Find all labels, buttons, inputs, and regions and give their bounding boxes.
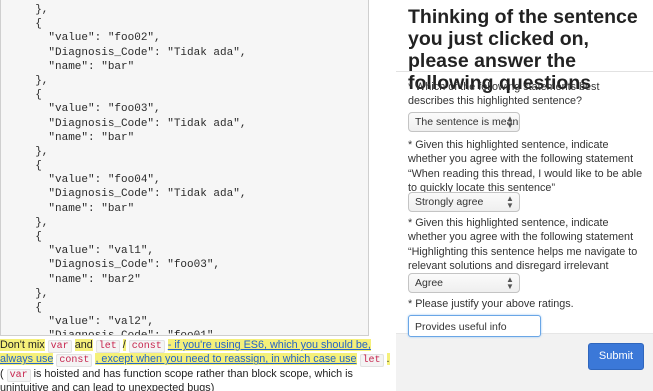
chevron-updown-icon: ▲ ▼ [506, 275, 514, 291]
q1-select[interactable]: The sentence is meaningful ar ▲▼ [408, 112, 520, 132]
code-line: "Diagnosis_Code": "foo03", [22, 259, 221, 272]
question-2: * Given this highlighted sentence, indic… [408, 139, 643, 195]
code-let-2: let [359, 354, 384, 368]
q3-select[interactable]: Agree ▲ ▼ [408, 273, 520, 293]
q2-select[interactable]: Strongly agree ▲ ▼ [408, 192, 520, 212]
code-line: "value": "val1", [22, 245, 155, 258]
code-line: { [22, 231, 42, 243]
code-line: "value": "foo03", [22, 103, 161, 116]
note-slash: / [122, 339, 126, 351]
question-1: * Which of the following statements best… [408, 81, 600, 108]
q2-select-value: Strongly agree [415, 196, 484, 208]
note-text-2: and [74, 339, 93, 351]
code-line: "Diagnosis_Code": "Tidak ada", [22, 46, 247, 59]
code-line: "value": "foo02", [22, 32, 161, 45]
code-var-2: var [6, 368, 31, 382]
justification-input[interactable]: Provides useful info [408, 315, 541, 337]
code-line: }, [22, 216, 49, 229]
note-text-6: ( [0, 367, 4, 380]
code-line: { [22, 18, 42, 31]
divider [396, 71, 653, 72]
code-let: let [95, 340, 120, 353]
chevron-updown-icon: ▲ ▼ [506, 114, 514, 130]
note-period: . [386, 353, 390, 366]
justification-input-value: Provides useful info [415, 321, 507, 333]
code-lines: }, { "value": "foo02", "Diagnosis_Code":… [1, 0, 368, 335]
q1-select-value: The sentence is meaningful ar [415, 116, 520, 128]
note-text-1: Don't mix [0, 339, 45, 351]
question-4: * Please justify your above ratings. [408, 298, 574, 310]
code-line: { [22, 89, 42, 102]
code-line: "value": "foo04", [22, 174, 161, 187]
code-line: { [22, 301, 42, 314]
code-const-2: const [56, 354, 93, 368]
code-line: "Diagnosis_Code": "Tidak ada", [22, 188, 247, 201]
code-line: { [22, 160, 42, 173]
code-line: "name": "bar" [22, 131, 135, 144]
code-block: }, { "value": "foo02", "Diagnosis_Code":… [0, 0, 369, 336]
q3-select-value: Agree [415, 277, 444, 289]
chevron-updown-icon: ▲ ▼ [506, 194, 514, 210]
code-line: }, [22, 287, 49, 300]
code-line: "Diagnosis_Code": "foo01", [22, 329, 368, 335]
comment-note: Don't mix var and let / const - if you'r… [0, 339, 395, 391]
code-line: "name": "bar" [22, 60, 135, 73]
question-panel: Thinking of the sentence you just clicke… [396, 0, 653, 391]
code-line: "name": "bar" [22, 202, 135, 215]
code-var: var [47, 340, 72, 353]
code-line: }, [22, 145, 49, 158]
note-link-reassign[interactable]: , except when you need to reassign, in w… [95, 353, 357, 366]
note-text-7: is hoisted and has function scope rather… [0, 367, 353, 391]
code-line: "value": "val2", [22, 316, 155, 329]
code-line: }, [22, 4, 49, 16]
code-line: "name": "bar2" [22, 273, 141, 286]
code-const: const [128, 340, 165, 353]
code-line: "Diagnosis_Code": "Tidak ada", [22, 117, 247, 130]
submit-button[interactable]: Submit [588, 343, 644, 370]
code-line: }, [22, 74, 49, 87]
